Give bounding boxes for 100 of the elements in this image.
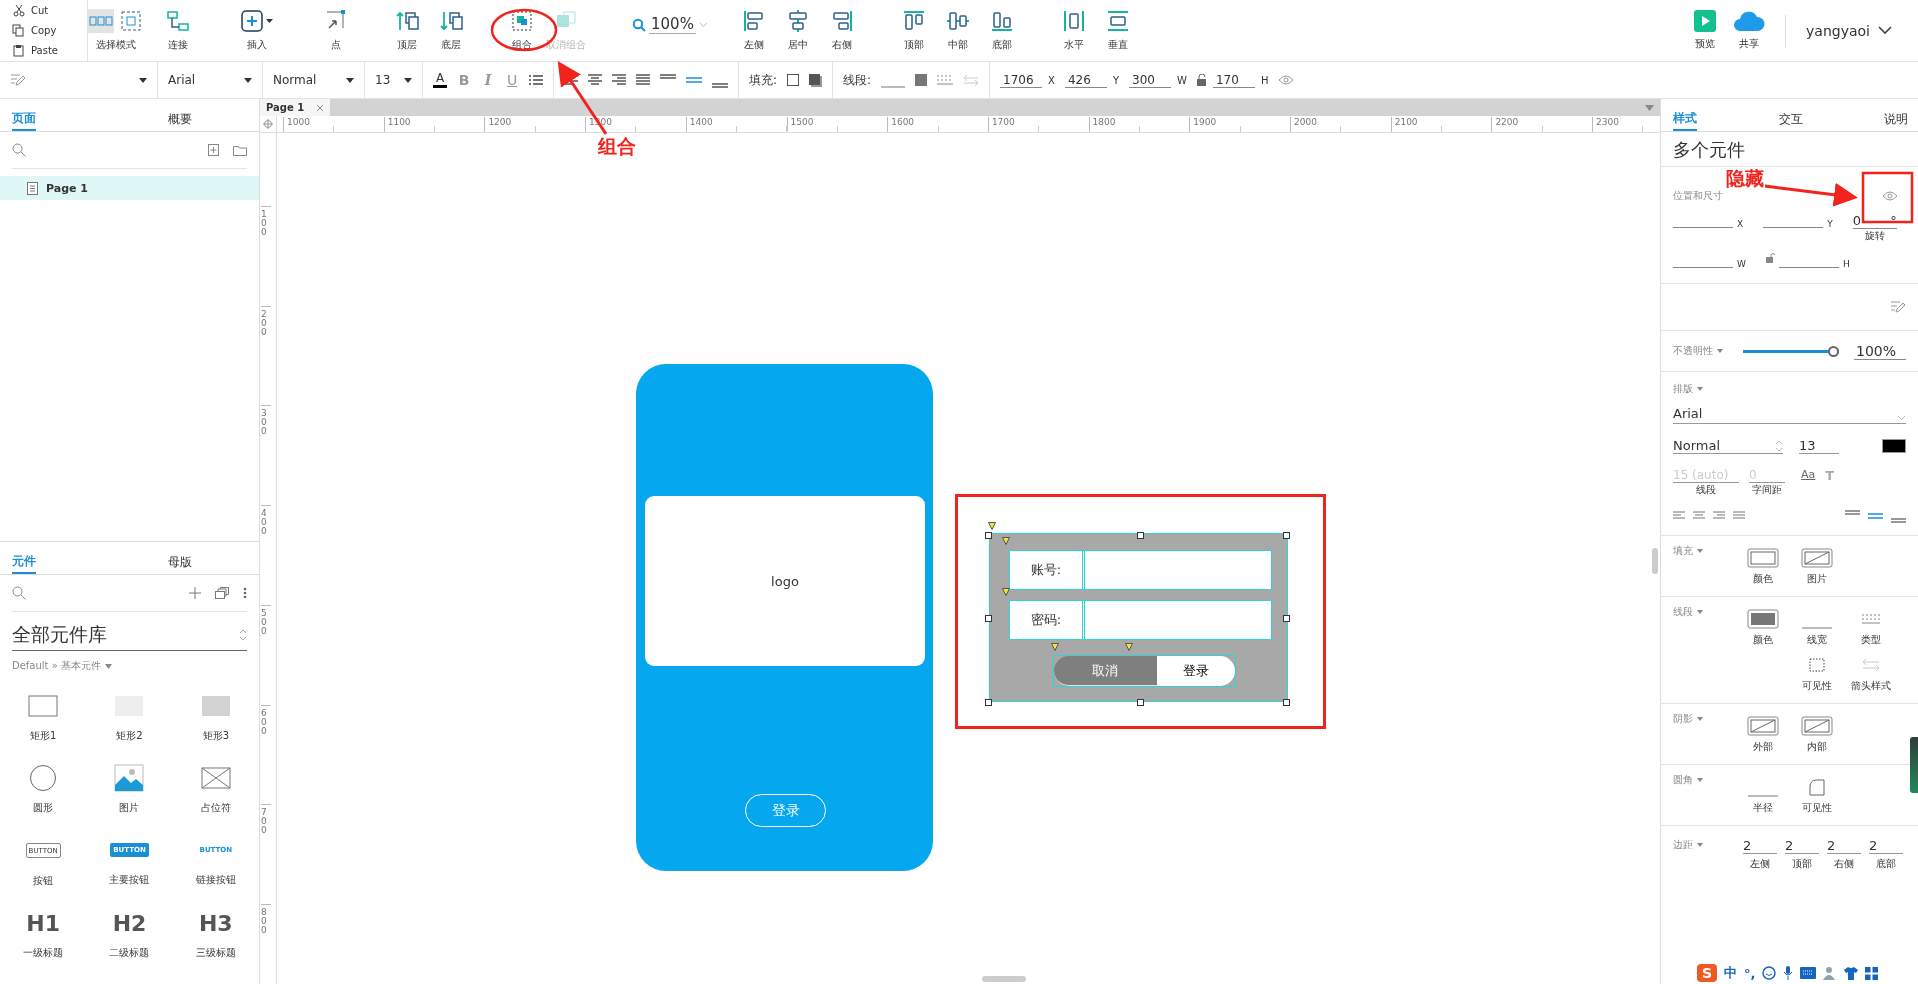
text-align-icon[interactable] — [1713, 511, 1725, 521]
caret-icon[interactable] — [1645, 104, 1654, 111]
grid-icon[interactable] — [1865, 966, 1879, 980]
panel-tab[interactable]: 概要 — [168, 99, 248, 131]
user-menu[interactable]: yangyaoi — [1806, 22, 1892, 39]
resize-handle[interactable] — [985, 532, 992, 539]
login-button[interactable]: 登录 — [1156, 656, 1235, 686]
cut-button[interactable]: Cut — [12, 2, 87, 19]
keyboard-icon[interactable] — [1800, 967, 1817, 979]
valign-top-icon[interactable] — [1845, 509, 1860, 515]
library-dropdown[interactable]: 全部元件库 — [12, 622, 247, 651]
dist-h-tool-button[interactable]: 水平 — [1051, 9, 1096, 52]
text-case-button[interactable]: Aa — [1801, 468, 1816, 481]
panel-tab[interactable]: 母版 — [168, 542, 248, 574]
style-edit-icon[interactable] — [1890, 300, 1906, 314]
font-weight-dropdown[interactable]: Normal — [263, 61, 365, 99]
valign-middle-icon[interactable] — [1868, 513, 1883, 519]
share-button[interactable]: 共享 — [1727, 10, 1772, 51]
heading-preview[interactable]: H1 — [26, 908, 61, 938]
padding-field[interactable]: 2 — [1743, 838, 1777, 854]
point-tool-button[interactable]: 点 — [314, 9, 358, 52]
padding-field[interactable]: 2 — [1827, 838, 1861, 854]
form-field[interactable]: 账号: — [1009, 550, 1272, 590]
lock-icon[interactable] — [1765, 253, 1775, 263]
padding-field[interactable]: 2 — [1785, 838, 1819, 854]
back-tool-button[interactable]: 底层 — [429, 9, 473, 52]
no-fill-swatch-icon[interactable] — [1801, 716, 1833, 736]
resize-handle[interactable] — [1283, 699, 1290, 706]
geometry-field[interactable]: 300 — [1129, 72, 1172, 88]
padding-field[interactable]: 2 — [1869, 838, 1903, 854]
ime-mode-button[interactable]: °, — [1744, 965, 1756, 981]
text-align-icon[interactable] — [1693, 511, 1705, 521]
no-fill-swatch-icon[interactable] — [1747, 716, 1779, 736]
eye-icon[interactable] — [1278, 75, 1295, 85]
circle-widget-icon[interactable] — [28, 763, 59, 793]
insert-tool-button[interactable]: 插入 — [235, 9, 279, 52]
align-top-tool-button[interactable]: 顶部 — [891, 9, 936, 52]
text-align-icon[interactable] — [1673, 511, 1685, 521]
image-widget-icon[interactable] — [114, 763, 145, 793]
front-tool-button[interactable]: 顶层 — [385, 9, 429, 52]
eye-icon[interactable] — [1882, 191, 1898, 201]
page-item[interactable]: Page 1 — [0, 176, 259, 200]
smiley-icon[interactable] — [1762, 966, 1777, 980]
font-color-swatch[interactable] — [1882, 439, 1906, 453]
align-right-tool-button[interactable]: 右侧 — [819, 9, 864, 52]
cancel-button[interactable]: 取消 — [1054, 656, 1157, 686]
resize-handle[interactable] — [985, 699, 992, 706]
text-align-icon[interactable] — [1733, 511, 1745, 521]
library-breadcrumb[interactable]: Default » 基本元件 — [12, 659, 101, 673]
connect-tool-button[interactable]: 连接 — [156, 9, 200, 52]
panel-tab[interactable]: 页面 — [12, 99, 36, 131]
resize-handle[interactable] — [985, 615, 992, 622]
font-dropdown[interactable]: Arial — [1673, 406, 1906, 424]
font-dropdown[interactable]: Arial — [158, 61, 263, 99]
font-size-dropdown[interactable]: 13 — [365, 61, 423, 99]
geometry-field[interactable]: 426 — [1064, 72, 1107, 88]
zoom-dropdown[interactable]: 100% — [632, 15, 708, 34]
opacity-field[interactable]: 100% — [1854, 342, 1906, 360]
search-icon[interactable] — [12, 143, 26, 157]
no-fill-swatch-icon[interactable] — [1801, 548, 1833, 568]
align-center-tool-button[interactable]: 居中 — [775, 9, 820, 52]
text-format-button[interactable]: A — [433, 72, 447, 88]
shadow-swatch[interactable] — [809, 73, 823, 87]
resize-handle[interactable] — [1137, 699, 1144, 706]
align-bottom-tool-button[interactable]: 底部 — [979, 9, 1024, 52]
line-color-swatch[interactable] — [915, 74, 928, 86]
align-middle-tool-button[interactable]: 中部 — [935, 9, 980, 52]
form-field[interactable]: 密码: — [1009, 600, 1272, 640]
panel-tab[interactable]: 元件 — [12, 542, 36, 574]
plus-icon[interactable] — [189, 587, 201, 599]
heading-preview[interactable]: H3 — [198, 908, 233, 938]
panel-tab[interactable]: 说明 — [1884, 99, 1908, 131]
valign-bottom-icon[interactable] — [1891, 517, 1906, 523]
geometry-field[interactable]: 170 — [1212, 72, 1255, 88]
panel-tab[interactable]: 交互 — [1778, 99, 1803, 131]
scroll-thumb[interactable] — [982, 976, 1026, 982]
geometry-field[interactable]: 1706 — [1000, 72, 1043, 88]
resize-handle[interactable] — [1283, 615, 1290, 622]
preview-button[interactable]: 预览 — [1683, 10, 1728, 51]
align-left-tool-button[interactable]: 左侧 — [731, 9, 776, 52]
more-icon[interactable] — [243, 587, 247, 599]
line-width-icon[interactable] — [1801, 627, 1833, 629]
dist-v-tool-button[interactable]: 垂直 — [1095, 9, 1140, 52]
panel-tab[interactable]: 样式 — [1673, 99, 1697, 131]
search-icon[interactable] — [12, 586, 26, 600]
paste-button[interactable]: Paste — [12, 42, 87, 59]
rotation-field[interactable]: 0 — [1852, 213, 1861, 228]
person-icon[interactable] — [1823, 966, 1838, 980]
close-icon[interactable] — [316, 103, 325, 112]
filled-swatch-icon[interactable] — [1747, 609, 1779, 629]
stack-icon[interactable] — [215, 587, 229, 599]
font-weight-dropdown[interactable]: Normal — [1673, 438, 1783, 454]
empty-swatch-icon[interactable] — [1747, 548, 1779, 568]
resize-handle[interactable] — [1137, 532, 1144, 539]
lock-icon[interactable] — [1196, 74, 1207, 86]
ime-mode-button[interactable]: 中 — [1724, 964, 1737, 982]
copy-button[interactable]: Copy — [12, 22, 87, 39]
font-size-field[interactable]: 13 — [1799, 438, 1839, 454]
fill-color-swatch[interactable] — [787, 74, 800, 86]
scroll-thumb[interactable] — [1652, 548, 1658, 574]
